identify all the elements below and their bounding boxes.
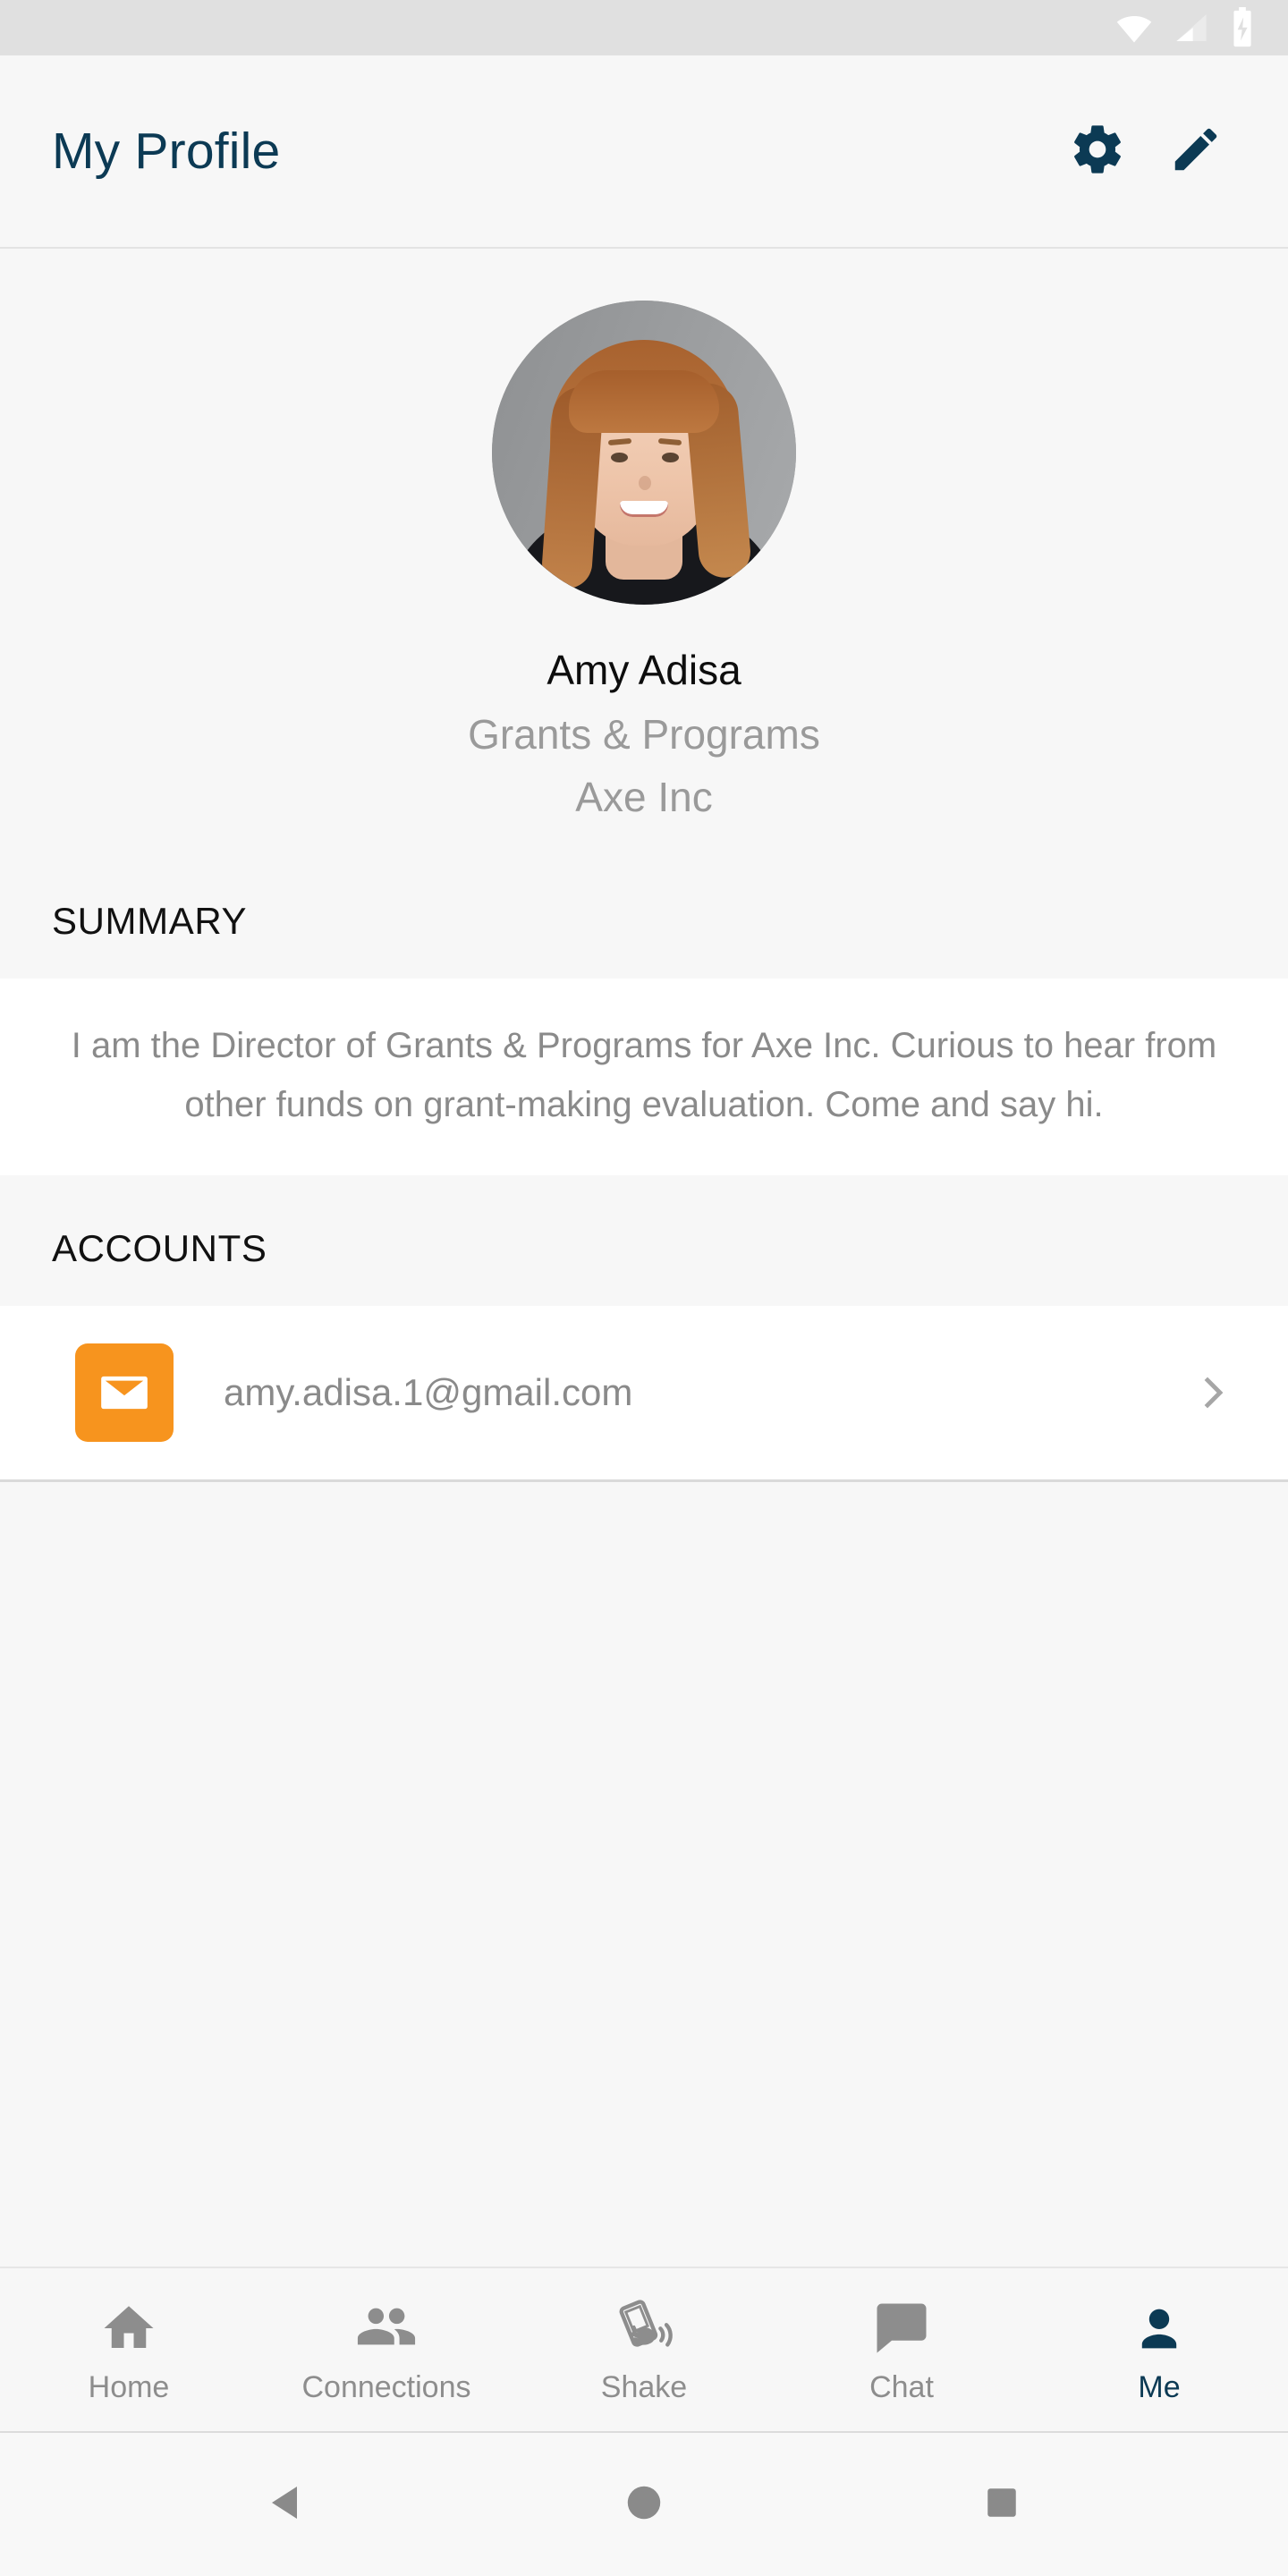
people-icon xyxy=(355,2295,418,2358)
accounts-list: amy.adisa.1@gmail.com xyxy=(0,1306,1288,1482)
tab-label: Chat xyxy=(869,2369,934,2404)
tab-label: Shake xyxy=(600,2369,688,2404)
summary-text: I am the Director of Grants & Programs f… xyxy=(71,1026,1217,1124)
app-bar: My Profile xyxy=(0,55,1288,249)
bottom-tab-bar: Home Connections Shake Chat Me xyxy=(0,2267,1288,2433)
summary-card: I am the Director of Grants & Programs f… xyxy=(0,979,1288,1175)
tab-me[interactable]: Me xyxy=(1030,2268,1288,2431)
gear-icon xyxy=(1069,121,1126,182)
tab-chat[interactable]: Chat xyxy=(773,2268,1030,2431)
tab-label: Connections xyxy=(301,2369,471,2404)
tab-connections[interactable]: Connections xyxy=(258,2268,515,2431)
page-title: My Profile xyxy=(52,123,281,180)
chat-bubble-icon xyxy=(872,2295,931,2358)
shake-phone-icon xyxy=(613,2295,675,2358)
status-bar xyxy=(0,0,1288,55)
account-email-label: amy.adisa.1@gmail.com xyxy=(224,1371,633,1413)
android-home-button[interactable] xyxy=(590,2451,698,2558)
list-item[interactable]: amy.adisa.1@gmail.com xyxy=(0,1306,1288,1479)
cellular-signal-icon xyxy=(1174,10,1209,46)
android-recents-button[interactable] xyxy=(948,2451,1055,2558)
profile-content: Amy Adisa Grants & Programs Axe Inc SUMM… xyxy=(0,249,1288,2267)
profile-company: Axe Inc xyxy=(575,774,713,820)
tab-home[interactable]: Home xyxy=(0,2268,258,2431)
tab-label: Me xyxy=(1138,2369,1181,2404)
profile-name: Amy Adisa xyxy=(547,647,741,693)
home-icon xyxy=(99,2295,158,2358)
square-recents-icon xyxy=(983,2484,1021,2526)
phone-screen: My Profile Amy Adisa Grants & Programs A… xyxy=(0,0,1288,2576)
android-back-button[interactable] xyxy=(233,2451,340,2558)
circle-home-icon xyxy=(623,2482,665,2528)
android-nav-bar xyxy=(0,2433,1288,2576)
tab-label: Home xyxy=(88,2369,170,2404)
person-icon xyxy=(1131,2295,1188,2358)
email-icon xyxy=(75,1343,174,1442)
battery-charging-icon xyxy=(1229,7,1256,48)
settings-button[interactable] xyxy=(1048,102,1147,200)
profile-header: Amy Adisa Grants & Programs Axe Inc xyxy=(0,249,1288,848)
empty-space xyxy=(0,1482,1288,2267)
chevron-right-icon xyxy=(1191,1371,1245,1414)
summary-section-header: SUMMARY xyxy=(0,848,1288,979)
tab-shake[interactable]: Shake xyxy=(515,2268,773,2431)
edit-button[interactable] xyxy=(1147,102,1245,200)
avatar[interactable] xyxy=(492,301,796,605)
accounts-section-header: ACCOUNTS xyxy=(0,1175,1288,1306)
wifi-icon xyxy=(1114,8,1154,47)
profile-role: Grants & Programs xyxy=(468,711,820,758)
triangle-back-icon xyxy=(265,2479,308,2530)
pencil-icon xyxy=(1168,122,1224,182)
